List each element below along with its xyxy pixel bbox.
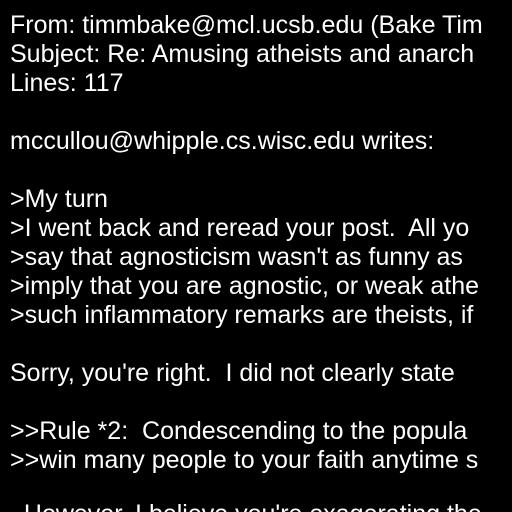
header-subject: Subject: Re: Amusing atheists and anarch: [10, 40, 475, 68]
double-quoted-line: >>Rule *2: Condescending to the popula: [10, 417, 468, 445]
quoted-line: >say that agnosticism wasn't as funny as: [10, 243, 463, 271]
quoted-line: >My turn: [10, 185, 108, 213]
header-from: From: timmbake@mcl.ucsb.edu (Bake Tim: [10, 11, 483, 39]
reply-line: Sorry, you're right. I did not clearly s…: [10, 359, 455, 387]
message-view: From: timmbake@mcl.ucsb.edu (Bake Tim Su…: [0, 0, 512, 512]
quoted-line: >such inflammatory remarks are theists, …: [10, 301, 474, 329]
header-lines: Lines: 117: [10, 69, 124, 97]
partial-line: However, I believe you're exagerating th…: [10, 500, 482, 512]
double-quoted-line: >>win many people to your faith anytime …: [10, 446, 479, 474]
quoted-line: >I went back and reread your post. All y…: [10, 214, 470, 242]
quoted-line: >imply that you are agnostic, or weak at…: [10, 272, 480, 300]
attribution-line: mccullou@whipple.cs.wisc.edu writes:: [10, 127, 435, 155]
